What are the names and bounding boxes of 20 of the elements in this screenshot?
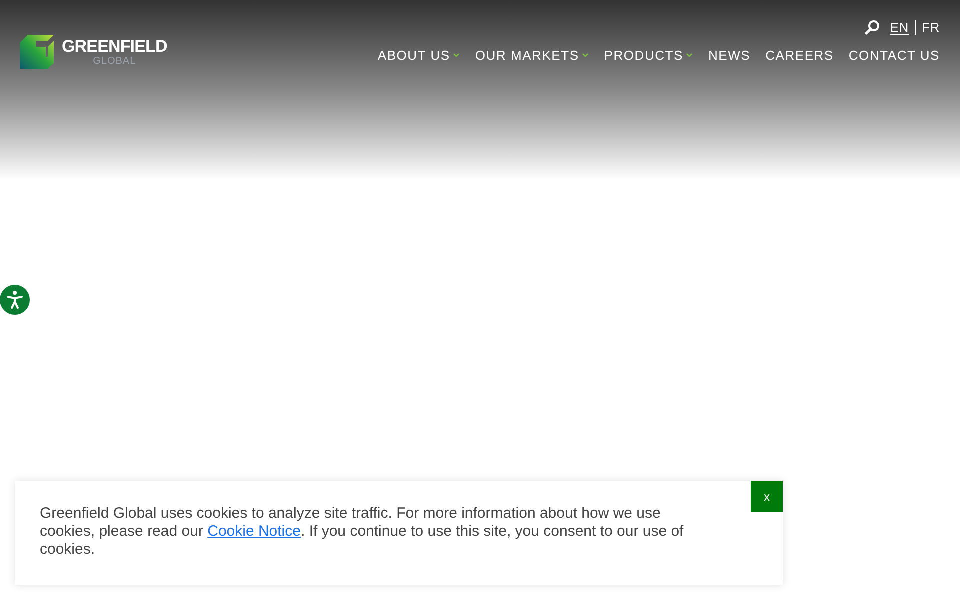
nav-link[interactable]: ABOUT US [378,46,460,65]
accessibility-button[interactable] [0,285,30,315]
chevron-down-icon [453,52,460,58]
logo-icon [20,35,54,69]
language-link[interactable]: FR [922,18,940,38]
accessibility-icon [6,290,24,310]
logo-name: GREENFIELD [62,38,168,54]
language-link[interactable]: EN [890,18,910,38]
search-icon[interactable] [865,20,880,36]
logo-tagline: GLOBAL [93,56,136,66]
cookie-notice-link[interactable]: Cookie Notice [208,523,301,540]
chevron-down-icon [686,52,694,58]
cookie-message: Greenfield Global uses cookies to analyze site traffic. For more information about how we use cookies, please read our Cookie Notice. If you continue to use this site, you consent to our use of cookies. [40,505,685,559]
nav-link[interactable]: OUR MARKETS [475,46,590,65]
nav-link[interactable]: CAREERS [766,46,834,65]
nav-link[interactable]: PRODUCTS [604,46,694,65]
close-button[interactable]: x [751,481,783,512]
nav-link[interactable]: CONTACT US [848,46,940,65]
chevron-down-icon [582,52,590,58]
nav-link[interactable]: NEWS [708,46,751,65]
